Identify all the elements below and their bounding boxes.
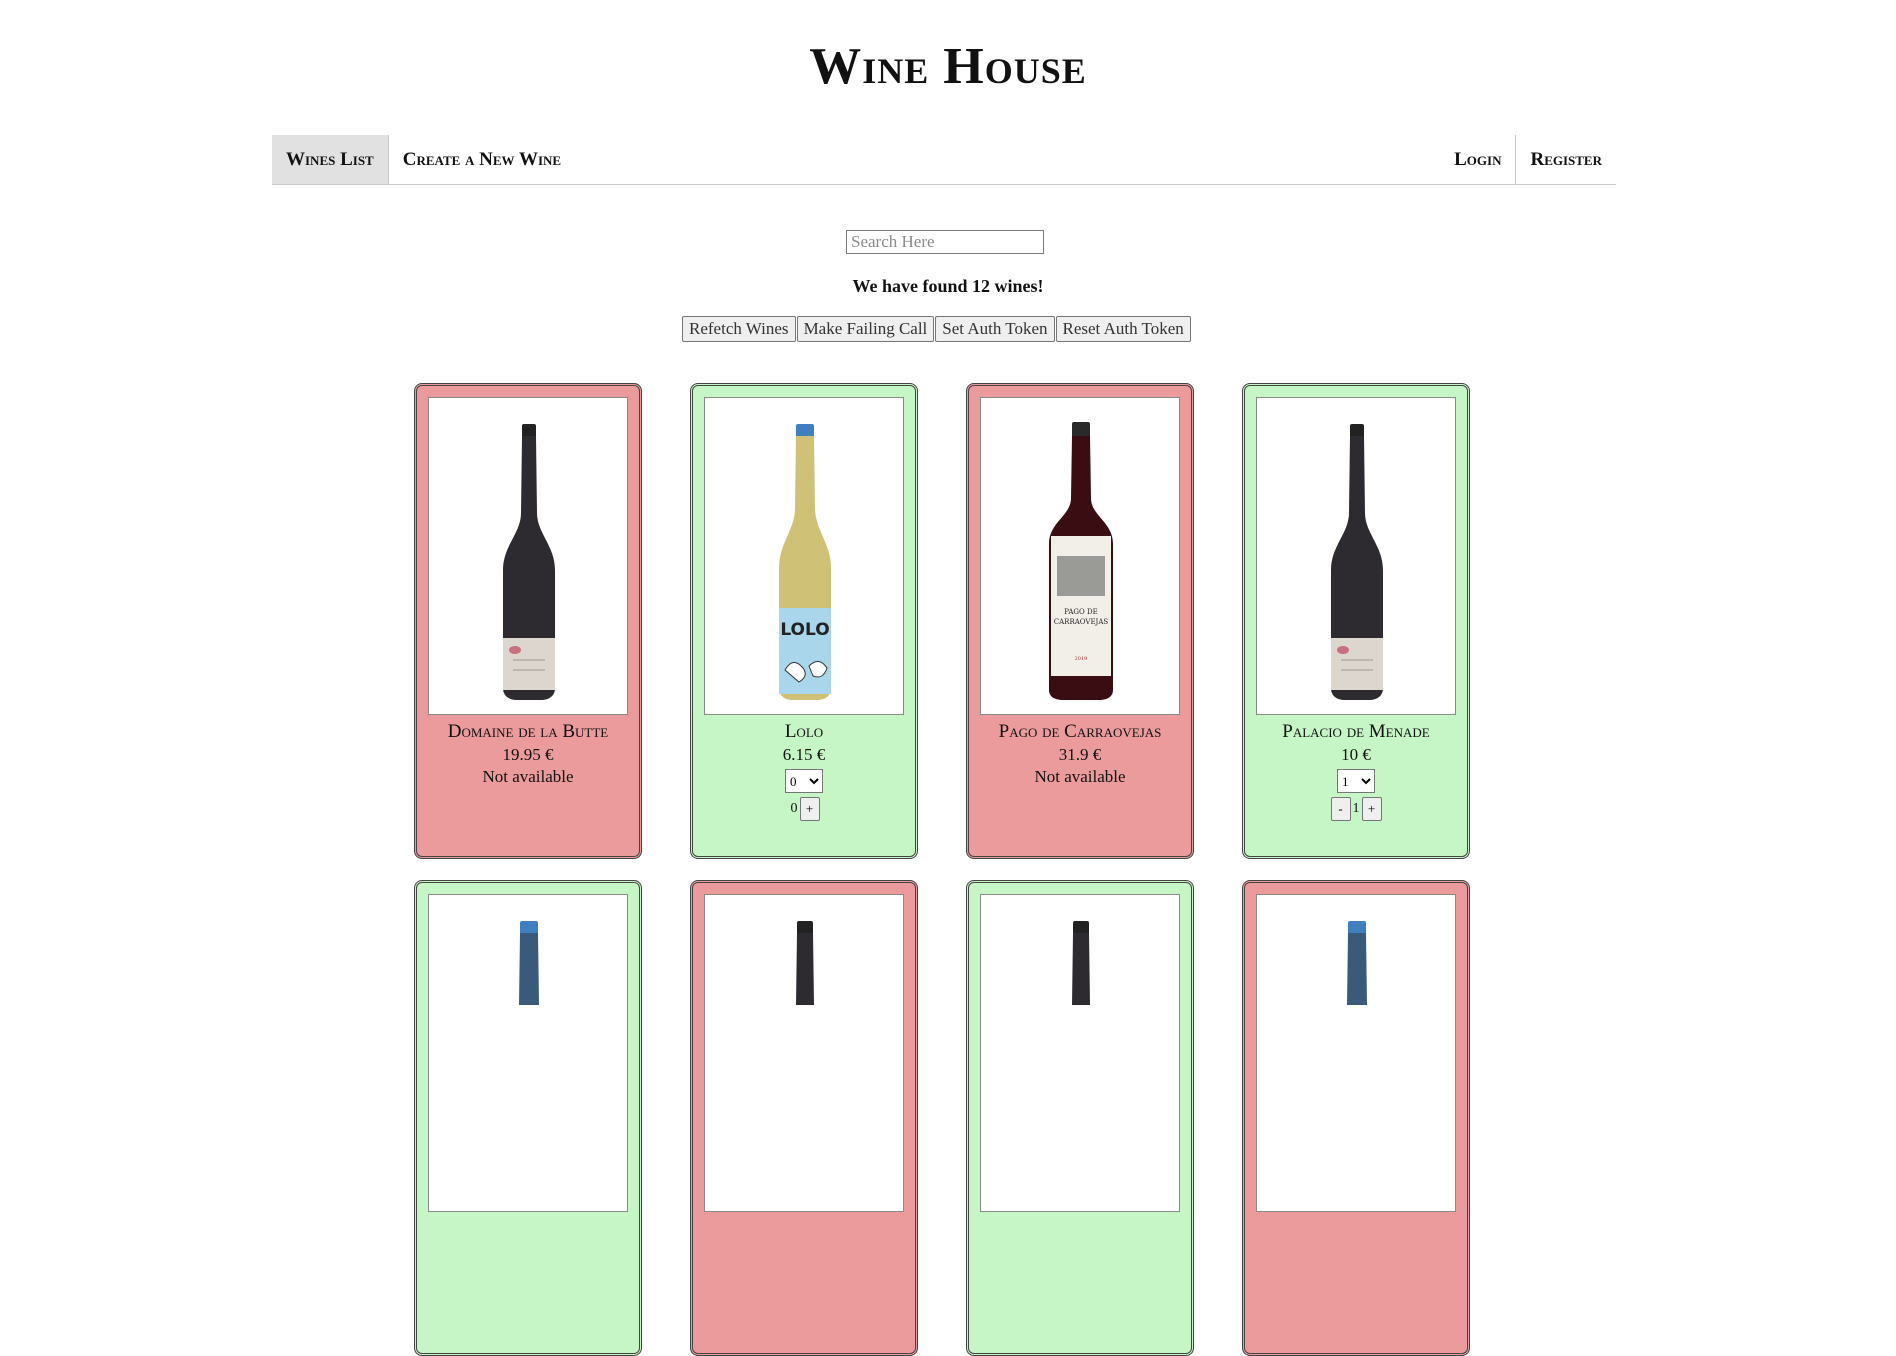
wine-image bbox=[428, 894, 628, 1212]
wine-card[interactable]: LOLO Lolo 6.15 € 0 0 + bbox=[690, 383, 918, 859]
svg-text:CARRAOVEJAS: CARRAOVEJAS bbox=[1054, 618, 1109, 626]
wine-card[interactable] bbox=[1242, 880, 1470, 1356]
refetch-wines-button[interactable]: Refetch Wines bbox=[682, 316, 796, 342]
nav-right: Login Register bbox=[1440, 135, 1616, 184]
wine-info: Pago de Carraovejas 31.9 € Not available bbox=[969, 720, 1191, 788]
svg-text:2019: 2019 bbox=[1075, 656, 1088, 662]
red-wine-bottle-icon bbox=[503, 424, 555, 700]
wine-price: 6.15 € bbox=[782, 745, 826, 764]
nav-item-wines-list[interactable]: Wines List bbox=[272, 135, 389, 184]
white-wine-bottle-icon: LOLO bbox=[779, 424, 831, 700]
found-count-text: We have found 12 wines! bbox=[852, 276, 1044, 296]
wine-name: Palacio de Menade bbox=[1282, 721, 1430, 742]
decrement-button[interactable]: - bbox=[1330, 797, 1351, 821]
wine-image bbox=[704, 894, 904, 1212]
wine-name: Pago de Carraovejas bbox=[998, 721, 1162, 742]
quantity-select[interactable]: 1 bbox=[1337, 769, 1375, 793]
wine-card[interactable] bbox=[690, 880, 918, 1356]
availability-status: Not available bbox=[482, 767, 574, 786]
wine-image: PAGO DE CARRAOVEJAS 2019 bbox=[980, 397, 1180, 715]
action-buttons: Refetch Wines Make Failing Call Set Auth… bbox=[682, 316, 1191, 342]
wine-image bbox=[1256, 397, 1456, 715]
wine-price: 19.95 € bbox=[502, 745, 554, 764]
wine-info: Palacio de Menade 10 € 1 - 1 + bbox=[1245, 720, 1467, 821]
wine-card[interactable] bbox=[966, 880, 1194, 1356]
wine-card[interactable]: Palacio de Menade 10 € 1 - 1 + bbox=[1242, 383, 1470, 859]
main-nav: Wines List Create a New Wine Login Regis… bbox=[272, 135, 1616, 185]
wine-card[interactable]: PAGO DE CARRAOVEJAS 2019 Pago de Carraov… bbox=[966, 383, 1194, 859]
wine-card[interactable]: Domaine de la Butte 19.95 € Not availabl… bbox=[414, 383, 642, 859]
nav-item-create-wine[interactable]: Create a New Wine bbox=[389, 135, 575, 184]
wine-info: Lolo 6.15 € 0 0 + bbox=[693, 720, 915, 821]
wine-bottle-icon bbox=[1072, 921, 1090, 1005]
quantity-select[interactable]: 0 bbox=[785, 769, 823, 793]
nav-item-login[interactable]: Login bbox=[1440, 135, 1515, 184]
wine-info: Domaine de la Butte 19.95 € Not availabl… bbox=[417, 720, 639, 788]
increment-button[interactable]: + bbox=[1361, 797, 1382, 821]
red-wine-bottle-icon: PAGO DE CARRAOVEJAS 2019 bbox=[1049, 422, 1113, 700]
wine-price: 10 € bbox=[1341, 745, 1371, 764]
nav-left: Wines List Create a New Wine bbox=[272, 135, 575, 184]
cart-count: 0 bbox=[790, 801, 798, 816]
wine-price: 31.9 € bbox=[1058, 745, 1102, 764]
svg-text:PAGO DE: PAGO DE bbox=[1064, 608, 1097, 616]
set-auth-token-button[interactable]: Set Auth Token bbox=[935, 316, 1055, 342]
cart-count: 1 bbox=[1352, 801, 1360, 816]
nav-item-register[interactable]: Register bbox=[1515, 135, 1616, 184]
wine-bottle-icon bbox=[519, 921, 539, 1005]
make-failing-call-button[interactable]: Make Failing Call bbox=[796, 316, 935, 342]
increment-button[interactable]: + bbox=[799, 797, 820, 821]
availability-status: Not available bbox=[1034, 767, 1126, 786]
site-title: Wine House bbox=[809, 38, 1087, 95]
red-wine-bottle-icon bbox=[1331, 424, 1383, 700]
wine-name: Domaine de la Butte bbox=[447, 721, 609, 742]
wine-card[interactable] bbox=[414, 880, 642, 1356]
wine-image bbox=[428, 397, 628, 715]
wine-image bbox=[980, 894, 1180, 1212]
wine-bottle-icon bbox=[1347, 921, 1367, 1005]
wine-image bbox=[1256, 894, 1456, 1212]
wine-bottle-icon bbox=[796, 921, 814, 1005]
cart-stepper: 0 + bbox=[693, 797, 915, 821]
search-input[interactable] bbox=[846, 230, 1044, 254]
search-wrap bbox=[846, 230, 1044, 254]
svg-text:LOLO: LOLO bbox=[780, 620, 829, 640]
reset-auth-token-button[interactable]: Reset Auth Token bbox=[1055, 316, 1191, 342]
cart-stepper: - 1 + bbox=[1245, 797, 1467, 821]
wine-image: LOLO bbox=[704, 397, 904, 715]
wine-name: Lolo bbox=[784, 721, 824, 742]
